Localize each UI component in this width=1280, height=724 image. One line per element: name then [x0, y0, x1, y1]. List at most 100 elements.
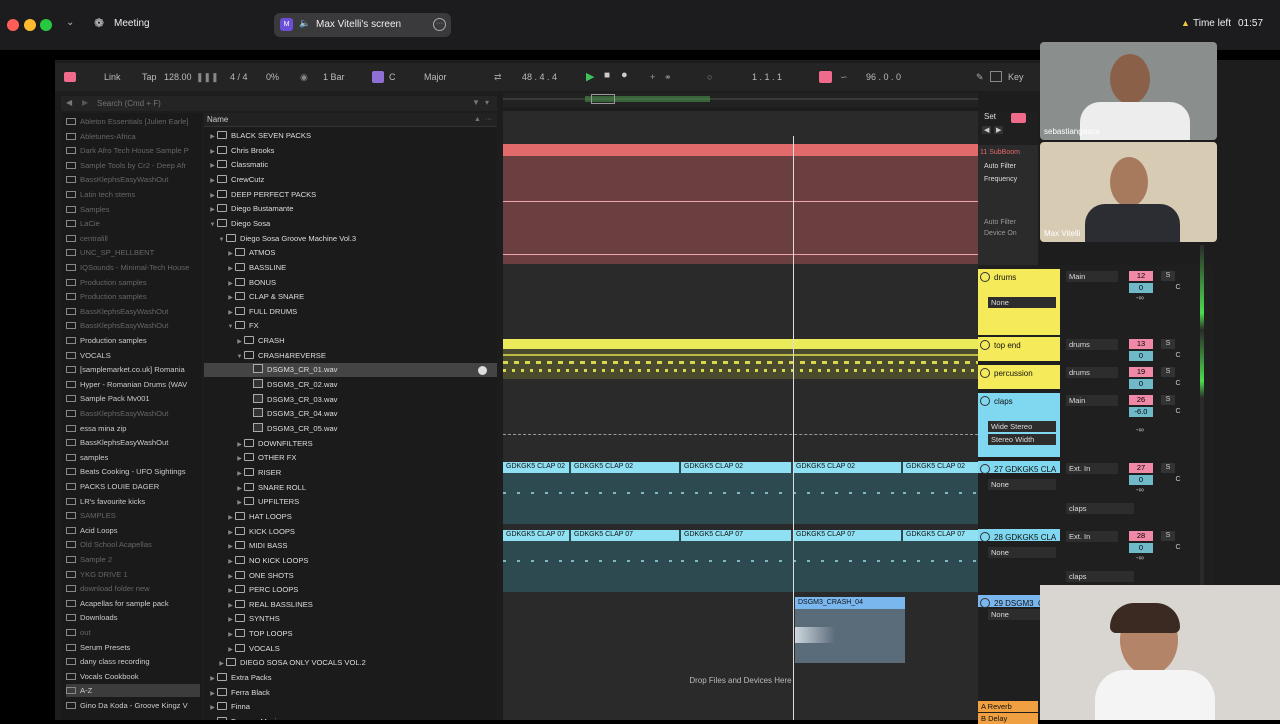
track-number[interactable]: 19: [1129, 367, 1153, 377]
follow-icon[interactable]: ⇄: [494, 72, 502, 83]
filter-icon[interactable]: ▼: [472, 98, 480, 107]
track-11-name[interactable]: 11 SubBoom: [980, 149, 1038, 160]
collapsed-arrow-icon[interactable]: ▶: [226, 628, 235, 642]
subboom-clip-header[interactable]: [503, 144, 978, 156]
place-item[interactable]: Acapellas for sample pack: [66, 597, 200, 610]
place-item[interactable]: Dark Afro Tech House Sample P: [66, 144, 200, 157]
solo-button[interactable]: S: [1161, 271, 1175, 281]
dropdown-icon[interactable]: ▾: [485, 98, 489, 107]
track-number[interactable]: 26: [1129, 395, 1153, 405]
subboom-lane[interactable]: [503, 144, 978, 264]
place-item[interactable]: Samples: [66, 203, 200, 216]
collapsed-arrow-icon[interactable]: ▶: [208, 687, 217, 701]
place-item[interactable]: Beats Cooking - UFO Sightings: [66, 465, 200, 478]
place-item[interactable]: download folder new: [66, 582, 200, 595]
browser-folder-item[interactable]: ▼ CRASH&REVERSE: [204, 349, 497, 363]
browser-folder-item[interactable]: ▶ PERC LOOPS: [204, 583, 497, 597]
place-item[interactable]: LR's favourite kicks: [66, 495, 200, 508]
output-routing-select[interactable]: Ext. In: [1066, 463, 1118, 474]
browser-folder-item[interactable]: ▶ Classmatic: [204, 158, 497, 172]
scale-select[interactable]: Major: [424, 72, 447, 82]
track-activator-icon[interactable]: [980, 368, 990, 378]
place-item[interactable]: Hyper - Romanian Drums (WAV: [66, 378, 200, 391]
meter-field[interactable]: 4 / 4: [230, 72, 248, 82]
place-item[interactable]: samples: [66, 451, 200, 464]
browser-folder-item[interactable]: ▶ BLACK SEVEN PACKS: [204, 129, 497, 143]
track-header[interactable]: 27 GDKGK5 CLA: [978, 461, 1060, 474]
pan-center-button[interactable]: C: [1171, 379, 1185, 389]
volume-field[interactable]: -6.0: [1129, 407, 1153, 417]
crash-clip[interactable]: DSGM3_CRASH_04: [795, 597, 905, 663]
clap-clip[interactable]: GDKGK5 CLAP 02: [571, 462, 679, 473]
maximize-window-icon[interactable]: [40, 19, 52, 31]
place-item[interactable]: BassKlephsEasyWashOut: [66, 305, 200, 318]
volume-field[interactable]: 0: [1129, 379, 1153, 389]
collapsed-arrow-icon[interactable]: ▶: [208, 701, 217, 715]
collapsed-arrow-icon[interactable]: ▶: [226, 643, 235, 657]
place-item[interactable]: LaCie: [66, 217, 200, 230]
track-activator-icon[interactable]: [980, 396, 990, 406]
browser-folder-item[interactable]: ▶ NO KICK LOOPS: [204, 554, 497, 568]
place-item[interactable]: [samplemarket.co.uk] Romania: [66, 363, 200, 376]
browser-folder-item[interactable]: ▼ Diego Sosa: [204, 217, 497, 231]
arrangement-record-icon[interactable]: [1011, 113, 1026, 123]
punch-icon[interactable]: ∽: [840, 72, 848, 83]
browser-file-item[interactable]: DSGM3_CR_05.wav: [204, 422, 497, 436]
collapsed-arrow-icon[interactable]: ▶: [208, 189, 217, 203]
back-icon[interactable]: ◀: [66, 98, 72, 107]
stop-icon[interactable]: ■: [604, 70, 610, 81]
browser-file-item[interactable]: DSGM3_CR_04.wav: [204, 407, 497, 421]
return-reverb[interactable]: A Reverb: [978, 701, 1038, 712]
collapsed-arrow-icon[interactable]: ▶: [226, 306, 235, 320]
track-activator-icon[interactable]: [980, 272, 990, 282]
nav-right-icon[interactable]: ▶: [994, 126, 1004, 134]
collapsed-arrow-icon[interactable]: ▶: [226, 262, 235, 276]
browser-folder-item[interactable]: ▶ Ferra Black: [204, 686, 497, 700]
clap-02-lane[interactable]: GDKGK5 CLAP 02 GDKGK5 CLAP 02 GDKGK5 CLAP …: [503, 462, 978, 524]
automation-icon[interactable]: ⚭: [664, 72, 672, 83]
track-header[interactable]: 28 GDKGK5 CLA: [978, 529, 1060, 542]
tempo-field[interactable]: 128.00: [164, 72, 192, 82]
pan-center-button[interactable]: C: [1171, 351, 1185, 361]
place-item[interactable]: Production samples: [66, 290, 200, 303]
place-item[interactable]: Vocals Cookbook: [66, 670, 200, 683]
volume-field[interactable]: 0: [1129, 283, 1153, 293]
draw-mode-icon[interactable]: ✎: [976, 72, 984, 83]
preview-icon[interactable]: [478, 366, 487, 376]
collapsed-arrow-icon[interactable]: ▶: [235, 467, 244, 481]
tap-button[interactable]: Tap: [142, 72, 157, 82]
clap-clip[interactable]: GDKGK5 CLAP 07: [503, 530, 569, 541]
collapsed-arrow-icon[interactable]: ▶: [226, 511, 235, 525]
browser-folder-item[interactable]: ▶ HAT LOOPS: [204, 510, 497, 524]
collapsed-arrow-icon[interactable]: ▶: [235, 452, 244, 466]
collapsed-arrow-icon[interactable]: ▶: [208, 130, 217, 144]
top-end-lane[interactable]: [503, 339, 978, 379]
browser-folder-item[interactable]: ▶ Chris Brooks: [204, 144, 497, 158]
place-item[interactable]: Serum Presets: [66, 641, 200, 654]
pan-center-button[interactable]: C: [1171, 283, 1185, 293]
browser-folder-item[interactable]: ▶ KICK LOOPS: [204, 525, 497, 539]
output-routing-select[interactable]: Main: [1066, 395, 1118, 406]
expanded-arrow-icon[interactable]: ▼: [226, 320, 235, 334]
track-activator-icon[interactable]: [980, 464, 990, 474]
overview-strip[interactable]: [503, 93, 978, 107]
browser-folder-item[interactable]: ▶ OTHER FX: [204, 451, 497, 465]
browser-folder-item[interactable]: ▶ CrewCutz: [204, 173, 497, 187]
send-level[interactable]: -∞: [1136, 485, 1144, 494]
place-item[interactable]: centralill: [66, 232, 200, 245]
collapsed-arrow-icon[interactable]: ▶: [208, 145, 217, 159]
clap-clip[interactable]: GDKGK5 CLAP 07: [793, 530, 901, 541]
place-item[interactable]: Production samples: [66, 276, 200, 289]
place-item[interactable]: essa mina zip: [66, 422, 200, 435]
link-button[interactable]: Link: [104, 72, 121, 82]
computer-keyboard-icon[interactable]: [990, 71, 1002, 82]
collapsed-arrow-icon[interactable]: ▶: [208, 672, 217, 686]
place-item[interactable]: VOCALS: [66, 349, 200, 362]
volume-field[interactable]: 0: [1129, 351, 1153, 361]
minimize-window-icon[interactable]: [24, 19, 36, 31]
solo-button[interactable]: S: [1161, 367, 1175, 377]
video-tile-max[interactable]: Max Vitelli: [1040, 142, 1217, 242]
browser-folder-item[interactable]: ▶ DEEP PERFECT PACKS: [204, 188, 497, 202]
solo-button[interactable]: S: [1161, 395, 1175, 405]
place-item[interactable]: PACKS LOUIE DAGER: [66, 480, 200, 493]
